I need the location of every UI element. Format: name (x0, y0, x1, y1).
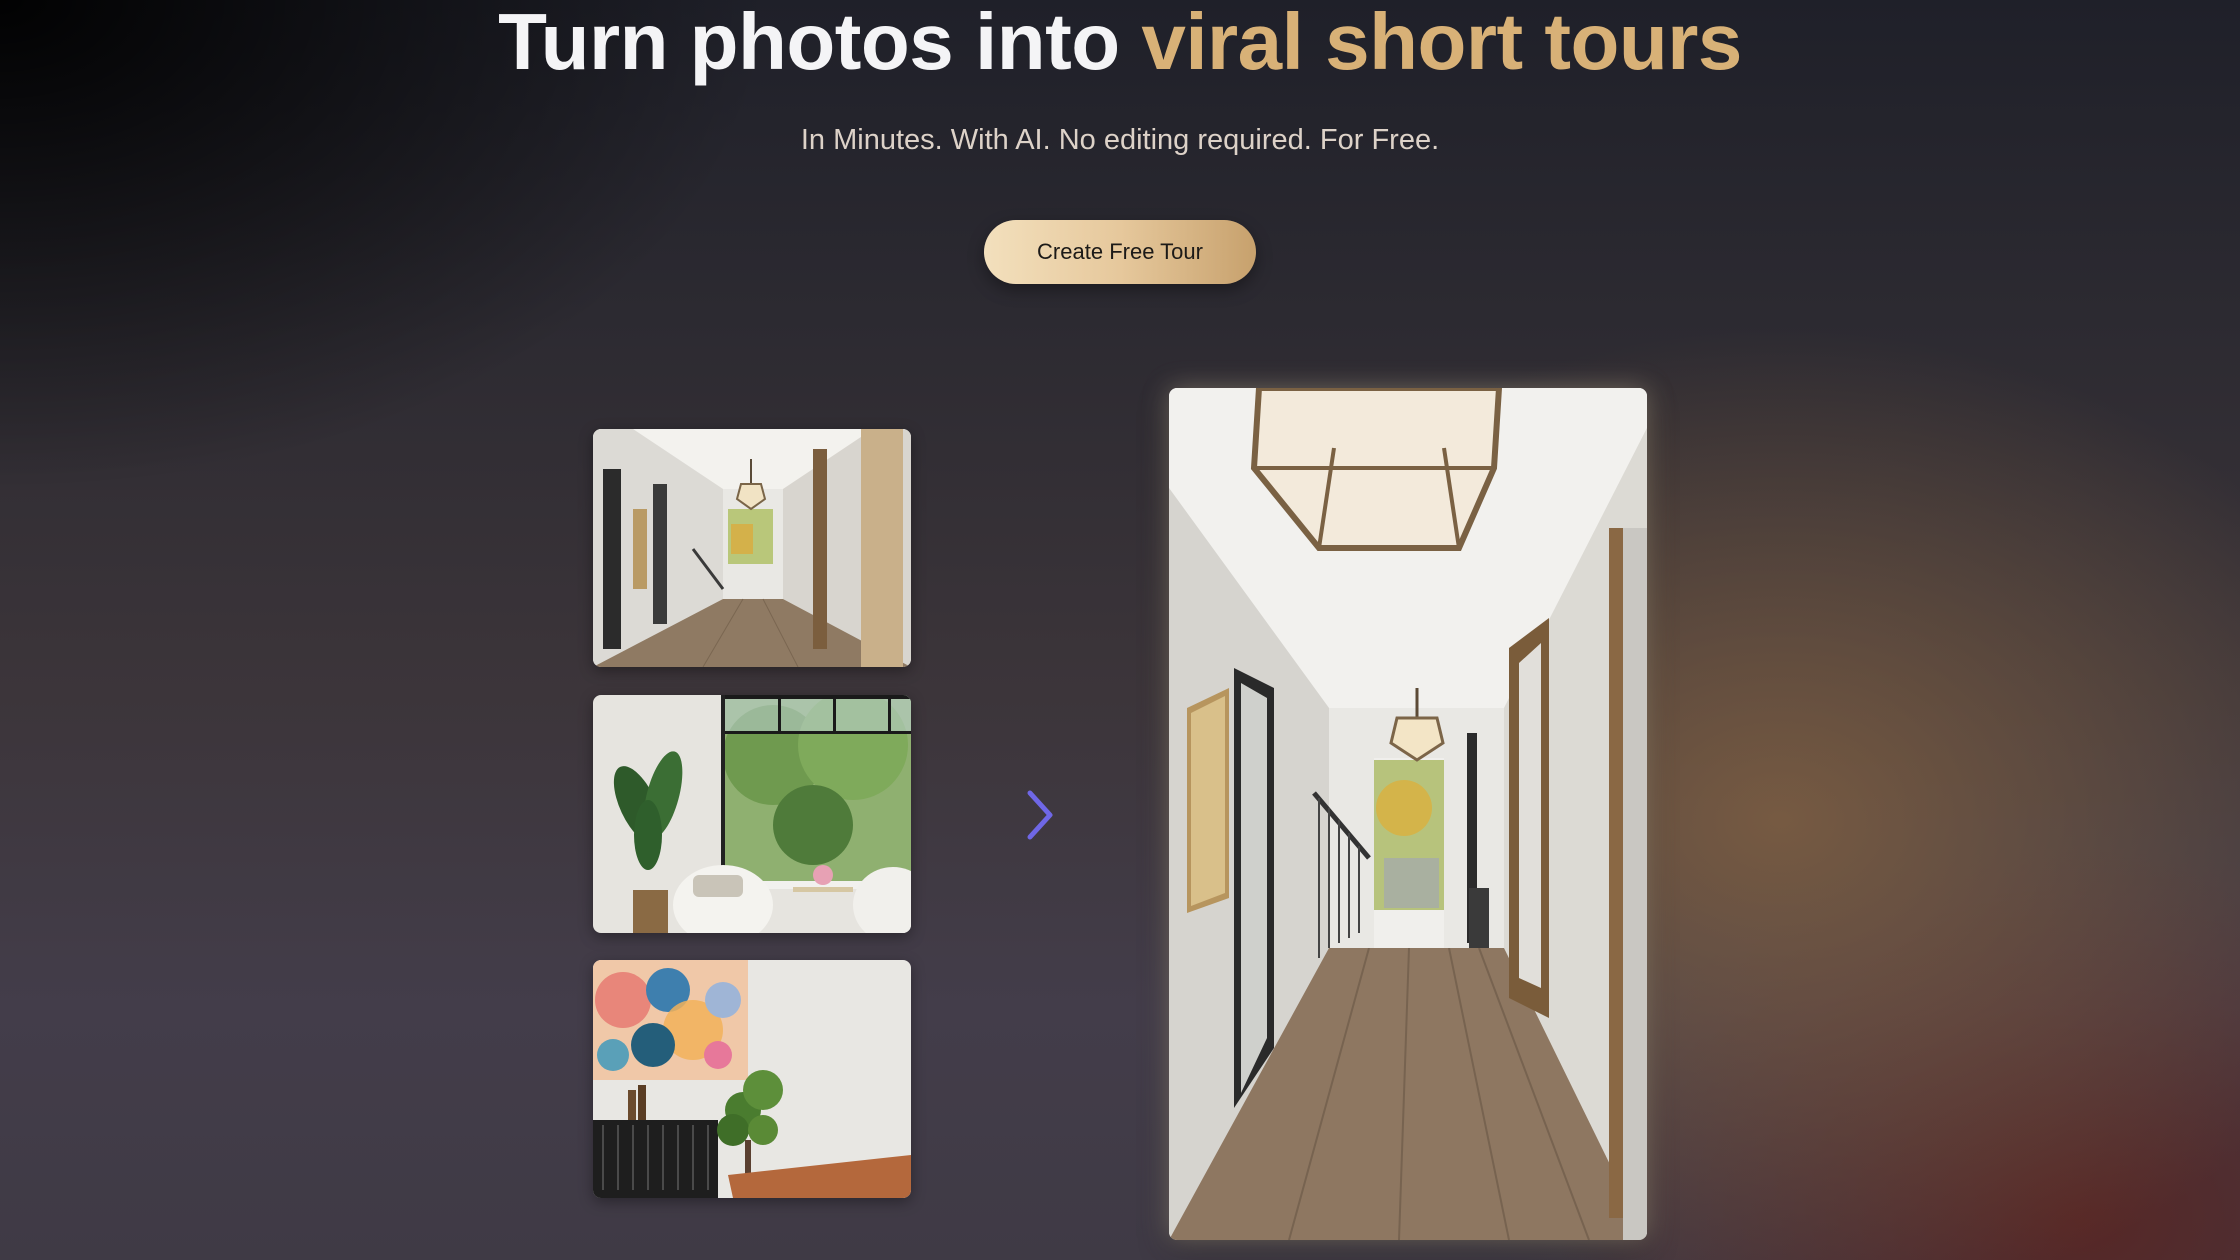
thumbnail-living-room[interactable] (593, 695, 911, 933)
tour-preview (1169, 388, 1647, 1240)
hallway-photo (593, 429, 911, 667)
hallway-preview-image (1169, 388, 1647, 1240)
hero-title: Turn photos into viral short tours (0, 0, 2240, 90)
hero-subtitle: In Minutes. With AI. No editing required… (800, 124, 1440, 156)
hero-title-main: Turn photos into (498, 0, 1142, 86)
create-free-tour-button[interactable]: Create Free Tour (984, 220, 1256, 284)
thumbnail-dining[interactable] (593, 960, 911, 1198)
living-room-photo (593, 695, 911, 933)
thumbnail-hallway[interactable] (593, 429, 911, 667)
dining-photo (593, 960, 911, 1198)
chevron-right-icon[interactable] (1018, 787, 1062, 843)
hero-title-accent: viral short tours (1141, 0, 1742, 86)
